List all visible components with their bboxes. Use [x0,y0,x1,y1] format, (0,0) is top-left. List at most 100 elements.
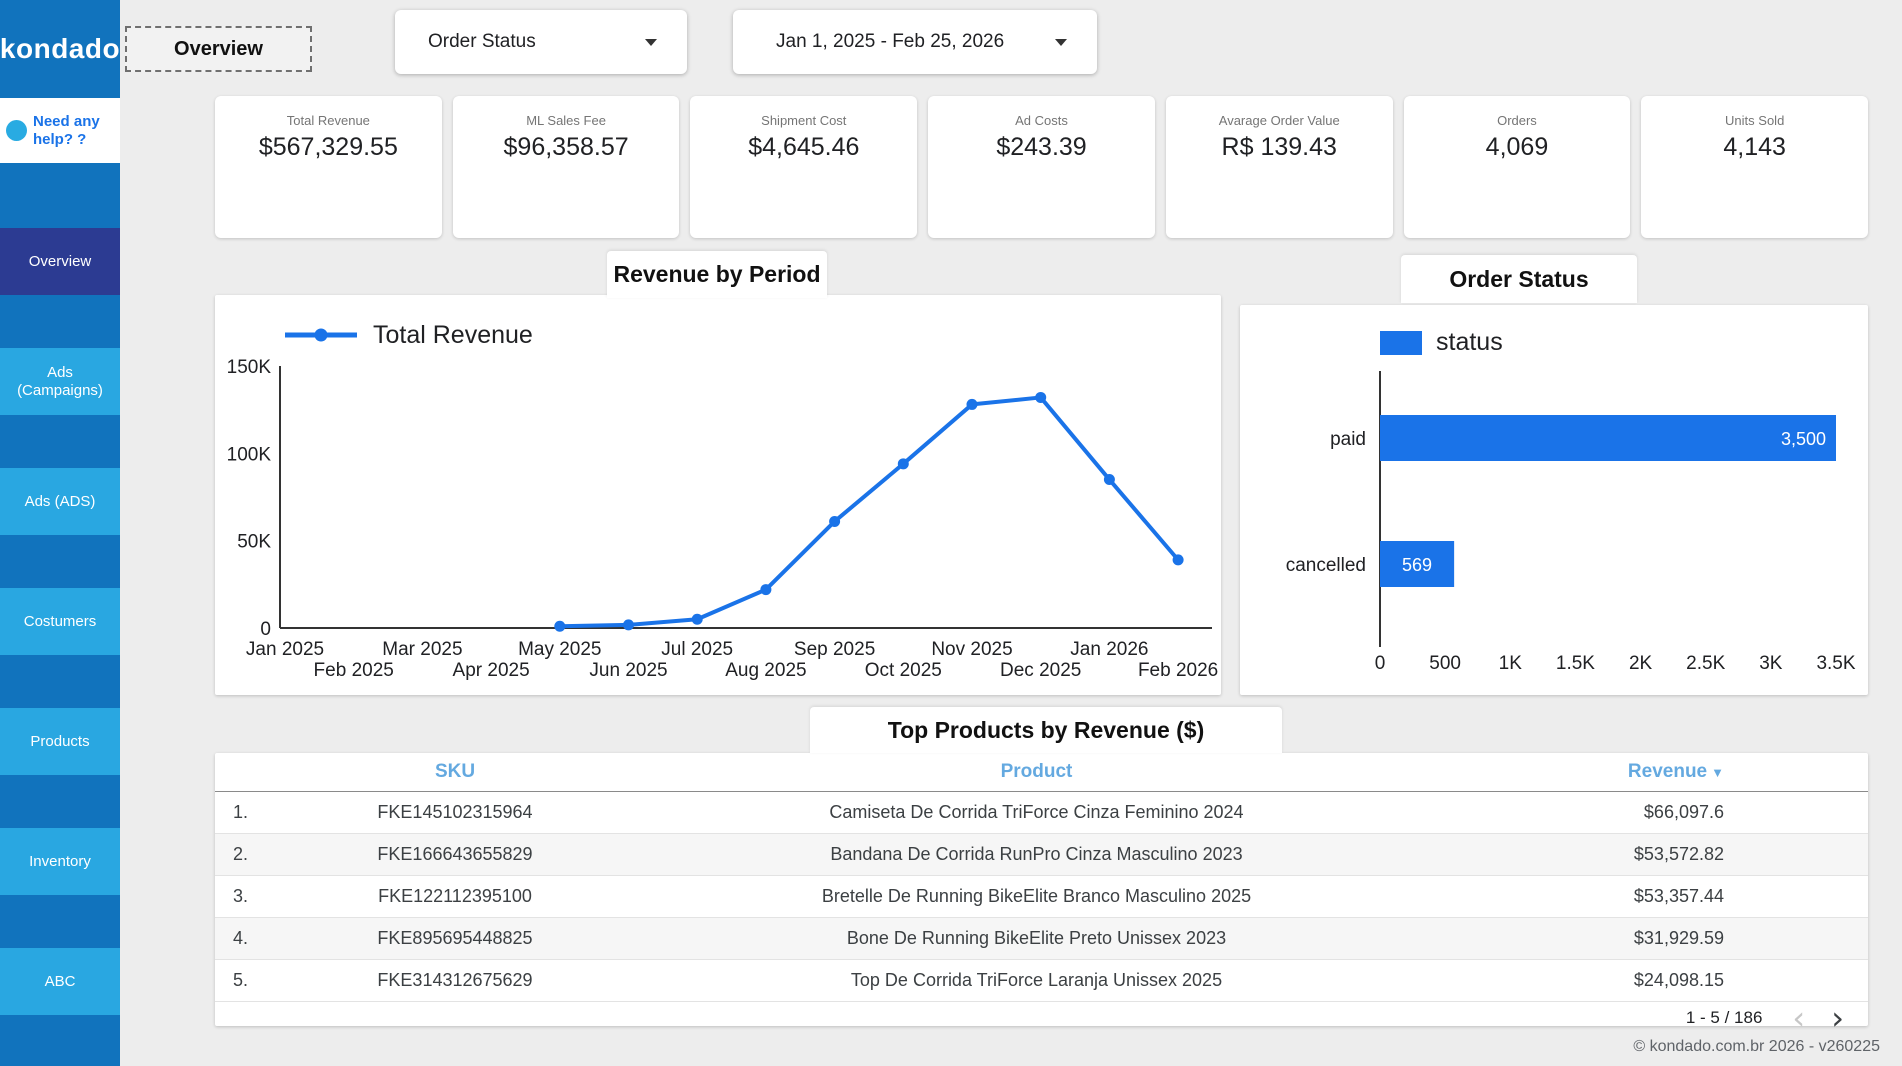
sidebar-nav: Overview Ads (Campaigns) Ads (ADS) Costumer… [0,228,120,1015]
product-cell: Top De Corrida TriForce Laranja Unissex … [625,970,1448,991]
table-row: 3.FKE122112395100Bretelle De Running Bik… [215,876,1868,918]
svg-text:Sep 2025: Sep 2025 [794,639,875,660]
svg-text:3.5K: 3.5K [1816,653,1855,674]
svg-text:150K: 150K [227,357,272,378]
svg-text:Jul 2025: Jul 2025 [661,639,733,660]
kpi-row: Total Revenue$567,329.55ML Sales Fee$96,… [215,96,1868,238]
sku-cell: FKE145102315964 [285,802,625,823]
product-cell: Bretelle De Running BikeElite Branco Mas… [625,886,1448,907]
sidebar-item-products[interactable]: Products [0,708,120,775]
sku-cell: FKE166643655829 [285,844,625,865]
revenue-chart-card: Total Revenue050K100K150KJan 2025Feb 202… [215,295,1221,695]
row-index: 1. [215,802,285,823]
chevron-down-icon [645,39,657,46]
kpi-label: Avarage Order Value [1166,113,1393,128]
kpi-card: Shipment Cost $4,645.46 [690,96,917,238]
row-index: 2. [215,844,285,865]
col-product[interactable]: Product [625,761,1448,783]
svg-text:2.5K: 2.5K [1686,653,1725,674]
order-status-bar-chart[interactable]: status3,500paid569cancelled05001K1.5K2K2… [1240,305,1868,695]
svg-text:1K: 1K [1499,653,1523,674]
revenue-cell: $66,097.6 [1448,802,1868,823]
svg-text:1.5K: 1.5K [1556,653,1595,674]
sidebar-item-inventory[interactable]: Inventory [0,828,120,895]
sidebar-item-ads-ads[interactable]: Ads (ADS) [0,468,120,535]
svg-text:Dec 2025: Dec 2025 [1000,660,1081,681]
dashboard: kondado Need any help? ? Overview Ads (Ca… [0,0,1902,1066]
svg-text:Jan 2026: Jan 2026 [1070,639,1148,660]
sku-cell: FKE122112395100 [285,886,625,907]
kpi-value: $4,645.46 [690,133,917,162]
status-chart-title: Order Status [1401,255,1637,303]
kpi-value: R$ 139.43 [1166,133,1393,162]
sidebar-item-costumers[interactable]: Costumers [0,588,120,655]
col-sku[interactable]: SKU [285,761,625,783]
row-index: 5. [215,970,285,991]
date-range-picker[interactable]: Jan 1, 2025 - Feb 25, 2026 [733,10,1097,74]
kpi-label: Units Sold [1641,113,1868,128]
table-row: 4.FKE895695448825Bone De Running BikeEli… [215,918,1868,960]
kpi-value: 4,143 [1641,133,1868,162]
kpi-card: Total Revenue$567,329.55 [215,96,442,238]
kpi-card: Avarage Order Value R$ 139.43 [1166,96,1393,238]
prev-page-icon[interactable]: ‹ [1792,1008,1805,1028]
col-revenue[interactable]: Revenue▼ [1448,761,1868,783]
svg-text:status: status [1436,328,1503,356]
table-title: Top Products by Revenue ($) [810,707,1282,753]
help-link[interactable]: Need any help? ? [0,98,120,163]
table-header-row: SKU Product Revenue▼ [215,753,1868,792]
pagination-label: 1 - 5 / 186 [1686,1008,1763,1028]
svg-text:Oct 2025: Oct 2025 [865,660,942,681]
table-pagination: 1 - 5 / 186 ‹ › [215,1002,1868,1034]
svg-text:2K: 2K [1629,653,1653,674]
sort-desc-icon: ▼ [1711,765,1724,780]
svg-text:100K: 100K [227,444,272,465]
sidebar: kondado Need any help? ? Overview Ads (Ca… [0,0,120,1066]
help-dot-icon [6,120,27,141]
sku-cell: FKE314312675629 [285,970,625,991]
svg-text:May 2025: May 2025 [518,639,601,660]
svg-text:Aug 2025: Aug 2025 [725,660,806,681]
svg-text:Nov 2025: Nov 2025 [931,639,1012,660]
tab-overview[interactable]: Overview [125,26,312,72]
kpi-value: $243.39 [928,133,1155,162]
kpi-label: Shipment Cost [690,113,917,128]
kpi-value: $567,329.55 [215,133,442,162]
next-page-icon[interactable]: › [1831,1008,1844,1028]
row-index: 4. [215,928,285,949]
kpi-card: Units Sold 4,143 [1641,96,1868,238]
kpi-card: Ad Costs$243.39 [928,96,1155,238]
svg-text:Jan 2025: Jan 2025 [246,639,324,660]
svg-text:Apr 2025: Apr 2025 [453,660,530,681]
revenue-cell: $24,098.15 [1448,970,1868,991]
svg-text:Total Revenue: Total Revenue [373,321,533,349]
order-status-filter[interactable]: Order Status [395,10,687,74]
kpi-label: ML Sales Fee [453,113,680,128]
product-cell: Bone De Running BikeElite Preto Unissex … [625,928,1448,949]
sidebar-item-abc[interactable]: ABC [0,948,120,1015]
svg-text:50K: 50K [237,532,271,553]
svg-text:cancelled: cancelled [1286,555,1366,576]
svg-text:500: 500 [1429,653,1461,674]
sidebar-item-overview[interactable]: Overview [0,228,120,295]
svg-text:0: 0 [1375,653,1386,674]
copyright-footer: © kondado.com.br 2026 - v260225 [1633,1038,1880,1056]
kpi-card: ML Sales Fee$96,358.57 [453,96,680,238]
svg-text:Feb 2026: Feb 2026 [1138,660,1218,681]
date-range-label: Jan 1, 2025 - Feb 25, 2026 [776,31,1004,53]
status-chart-card: status3,500paid569cancelled05001K1.5K2K2… [1240,305,1868,695]
table-row: 2.FKE166643655829Bandana De Corrida RunP… [215,834,1868,876]
svg-text:Mar 2025: Mar 2025 [382,639,462,660]
kpi-card: Orders4,069 [1404,96,1631,238]
row-index: 3. [215,886,285,907]
svg-text:569: 569 [1402,555,1432,575]
chevron-down-icon [1055,39,1067,46]
revenue-line-chart[interactable]: Total Revenue050K100K150KJan 2025Feb 202… [215,295,1221,695]
product-cell: Camiseta De Corrida TriForce Cinza Femin… [625,802,1448,823]
kondado-logo: kondado [0,0,120,98]
table-body: 1.FKE145102315964Camiseta De Corrida Tri… [215,792,1868,1002]
revenue-cell: $53,357.44 [1448,886,1868,907]
svg-text:Feb 2025: Feb 2025 [314,660,394,681]
sidebar-item-ads-campaigns[interactable]: Ads (Campaigns) [0,348,120,415]
svg-text:Jun 2025: Jun 2025 [589,660,667,681]
